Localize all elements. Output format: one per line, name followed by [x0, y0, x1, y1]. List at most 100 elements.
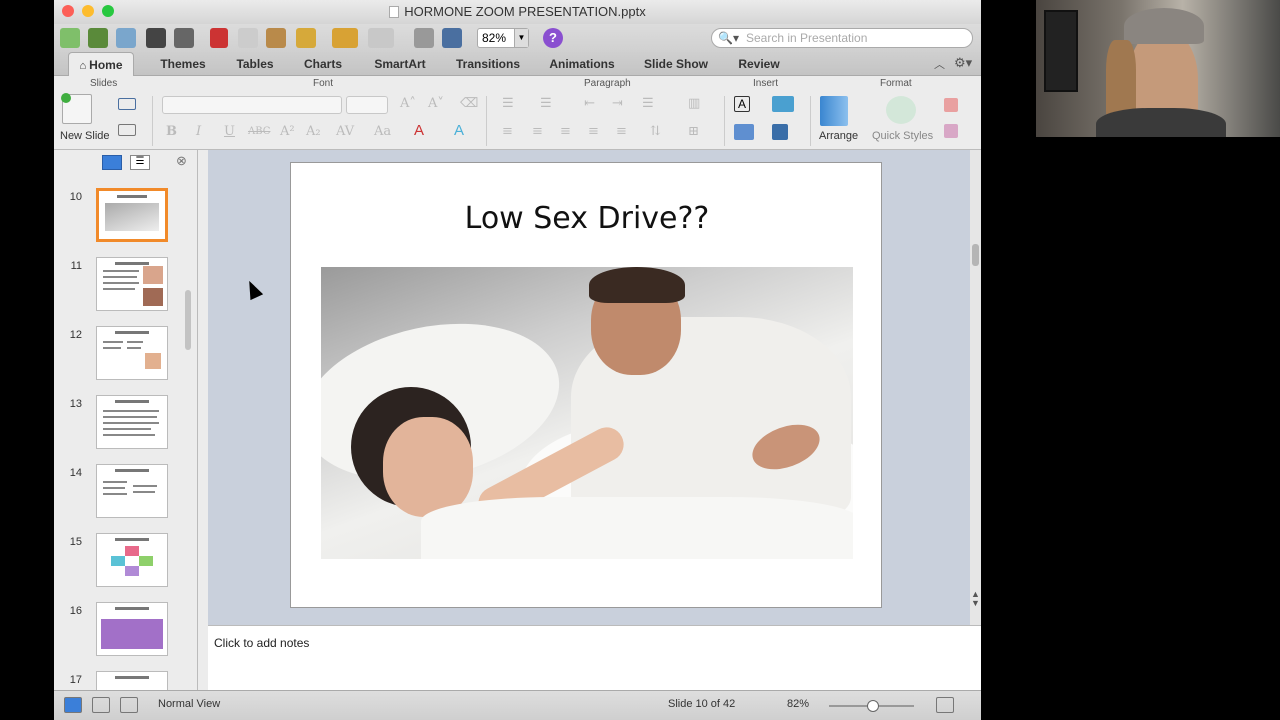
zoom-select[interactable]: 82% ▼: [477, 28, 529, 48]
zoom-slider[interactable]: [829, 700, 914, 712]
slide-thumbnail-12[interactable]: [96, 326, 168, 380]
superscript-icon[interactable]: A²: [280, 124, 295, 139]
gear-icon[interactable]: ⚙▾: [954, 55, 972, 71]
align-center-icon[interactable]: ≡: [532, 124, 543, 139]
paste-icon[interactable]: [266, 28, 286, 48]
italic-button[interactable]: I: [196, 124, 201, 139]
arrange-button[interactable]: Arrange: [819, 130, 858, 142]
slide-thumbnail-16[interactable]: [96, 602, 168, 656]
slide-sorter-icon[interactable]: [92, 697, 110, 713]
align-left-icon[interactable]: ≡: [502, 124, 513, 139]
subscript-icon[interactable]: A₂: [306, 124, 321, 139]
numbering-icon[interactable]: ☰: [540, 96, 552, 111]
tab-home[interactable]: ⌂ Home: [68, 52, 134, 76]
align-right-icon[interactable]: ≡: [560, 124, 571, 139]
line-icon[interactable]: [944, 124, 958, 138]
font-size-field[interactable]: [346, 96, 388, 114]
tab-animations[interactable]: Animations: [544, 52, 620, 76]
media-browser-icon[interactable]: [442, 28, 462, 48]
slide-thumbnail-15[interactable]: [96, 533, 168, 587]
tab-smartart[interactable]: SmartArt: [368, 52, 432, 76]
align-text-icon[interactable]: ⊞: [688, 124, 699, 139]
new-slide-icon[interactable]: [61, 93, 92, 124]
slide-layout-icon[interactable]: [414, 28, 434, 48]
text-box-icon[interactable]: A: [734, 96, 750, 112]
zoom-slider-knob[interactable]: [867, 700, 879, 712]
arrange-icon[interactable]: [820, 96, 848, 126]
line-spacing-icon[interactable]: ☰: [642, 96, 654, 111]
slides-view-button[interactable]: [102, 155, 122, 170]
normal-view-icon[interactable]: [64, 697, 82, 713]
tab-slide-show[interactable]: Slide Show: [638, 52, 714, 76]
strikethrough-button[interactable]: ABC: [248, 126, 270, 137]
help-button[interactable]: ?: [543, 28, 563, 48]
slide-number: 15: [69, 536, 82, 548]
bold-button[interactable]: B: [166, 124, 177, 139]
change-case-icon[interactable]: Aa: [374, 124, 391, 139]
copy-icon[interactable]: [238, 28, 258, 48]
presenter-view-icon[interactable]: [120, 697, 138, 713]
tab-themes[interactable]: Themes: [154, 52, 212, 76]
undo-icon[interactable]: [332, 28, 358, 48]
text-effects-icon[interactable]: A: [454, 122, 464, 139]
decrease-indent-icon[interactable]: ⇤: [584, 96, 595, 111]
slide-thumbnail-13[interactable]: [96, 395, 168, 449]
clear-formatting-icon[interactable]: ⌫: [460, 96, 478, 111]
prev-next-slide-icon[interactable]: ▲ ▼: [971, 590, 980, 608]
slide-title[interactable]: Low Sex Drive??: [291, 201, 883, 236]
notes-pane[interactable]: Click to add notes: [208, 625, 981, 690]
print-icon[interactable]: [174, 28, 194, 48]
scrollbar-thumb[interactable]: [972, 244, 979, 266]
character-spacing-icon[interactable]: AV: [336, 124, 354, 139]
fill-icon[interactable]: [944, 98, 958, 112]
decrease-font-icon[interactable]: A˅: [428, 96, 444, 111]
open-icon[interactable]: [116, 28, 136, 48]
zoom-window-button[interactable]: [102, 5, 114, 17]
redo-icon[interactable]: [368, 28, 394, 48]
quick-styles-icon[interactable]: [886, 96, 916, 124]
current-slide[interactable]: Low Sex Drive??: [290, 162, 882, 608]
close-panel-icon[interactable]: ⊗: [176, 153, 187, 169]
save-icon[interactable]: [146, 28, 166, 48]
font-color-icon[interactable]: A: [414, 122, 424, 139]
justify-icon[interactable]: ≡: [588, 124, 599, 139]
tab-review[interactable]: Review: [732, 52, 786, 76]
bullets-icon[interactable]: ☰: [502, 96, 514, 111]
text-direction-icon[interactable]: ⇅: [650, 124, 661, 139]
slide-thumbnail-10[interactable]: [96, 188, 168, 242]
underline-button[interactable]: U: [224, 124, 235, 139]
layout-icon[interactable]: [118, 98, 136, 110]
tab-charts[interactable]: Charts: [298, 52, 348, 76]
templates-icon[interactable]: [88, 28, 108, 48]
distributed-icon[interactable]: ≡: [616, 124, 627, 139]
slide-scrollbar[interactable]: ▲ ▼: [970, 150, 981, 625]
new-slide-button[interactable]: New Slide: [60, 130, 110, 142]
slide-thumbnail-17[interactable]: [96, 671, 168, 690]
close-window-button[interactable]: [62, 5, 74, 17]
increase-font-icon[interactable]: A˄: [400, 96, 416, 111]
shape-icon[interactable]: [734, 124, 754, 140]
minimize-window-button[interactable]: [82, 5, 94, 17]
tab-tables[interactable]: Tables: [230, 52, 280, 76]
format-painter-icon[interactable]: [296, 28, 316, 48]
slide-number: 10: [69, 191, 82, 203]
slide-thumbnail-11[interactable]: [96, 257, 168, 311]
fit-to-window-icon[interactable]: [936, 697, 954, 713]
font-name-field[interactable]: [162, 96, 342, 114]
slide-photo[interactable]: [321, 267, 853, 559]
tab-transitions[interactable]: Transitions: [450, 52, 526, 76]
new-icon[interactable]: [60, 28, 80, 48]
insert-picture-icon[interactable]: [772, 124, 788, 140]
increase-indent-icon[interactable]: ⇥: [612, 96, 623, 111]
quick-styles-button[interactable]: Quick Styles: [872, 130, 933, 142]
person-shirt: [1096, 108, 1226, 137]
collapse-ribbon-icon[interactable]: ︿: [934, 56, 945, 72]
outline-view-button[interactable]: ☰: [130, 155, 150, 170]
cut-icon[interactable]: [210, 28, 228, 48]
search-input[interactable]: 🔍▾ Search in Presentation: [711, 28, 973, 48]
columns-icon[interactable]: ▥: [688, 96, 700, 111]
slide-thumbnail-14[interactable]: [96, 464, 168, 518]
picture-icon[interactable]: [772, 96, 794, 112]
slides-panel-scrollbar[interactable]: [185, 290, 191, 350]
section-icon[interactable]: [118, 124, 136, 136]
